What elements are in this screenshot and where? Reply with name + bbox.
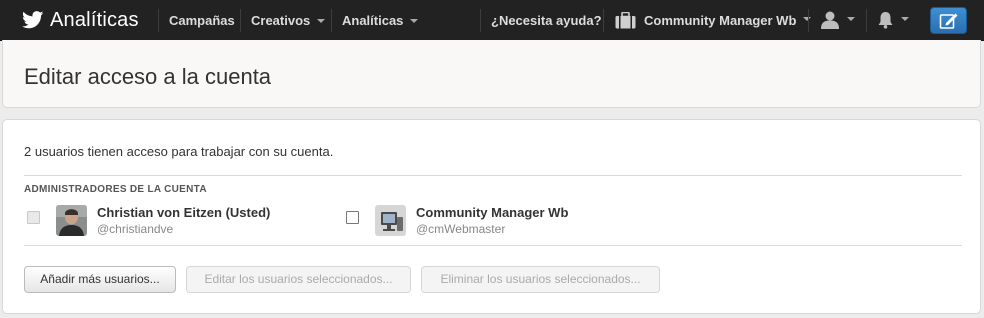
nav-item-label: Creativos bbox=[251, 13, 311, 28]
nav-divider bbox=[866, 9, 867, 32]
brand-name: Analíticas bbox=[50, 8, 139, 31]
twitter-bird-icon bbox=[22, 11, 44, 29]
divider bbox=[24, 175, 962, 176]
user-name: Community Manager Wb bbox=[416, 205, 569, 220]
nav-item-campanas[interactable]: Campañas bbox=[169, 0, 235, 40]
user-row: Christian von Eitzen (Usted) @christiand… bbox=[27, 205, 327, 239]
notifications-menu[interactable] bbox=[877, 0, 909, 40]
user-row: Community Manager Wb @cmWebmaster bbox=[346, 205, 646, 239]
edit-selected-users-button: Editar los usuarios seleccionados... bbox=[186, 266, 411, 293]
nav-item-label: Campañas bbox=[169, 13, 235, 28]
page-header-panel: Editar acceso a la cuenta bbox=[2, 40, 981, 108]
user-icon bbox=[821, 11, 839, 29]
user-checkbox[interactable] bbox=[346, 211, 359, 224]
user-handle: @christiandve bbox=[97, 222, 174, 236]
section-label-admins: ADMINISTRADORES DE LA CUENTA bbox=[24, 184, 207, 195]
account-selector[interactable]: Community Manager Wb bbox=[615, 0, 812, 40]
nav-divider bbox=[158, 9, 159, 32]
account-access-panel: 2 usuarios tienen acceso para trabajar c… bbox=[2, 119, 981, 314]
compose-button[interactable] bbox=[930, 7, 967, 34]
page-title: Editar acceso a la cuenta bbox=[24, 64, 272, 89]
chevron-down-icon bbox=[410, 18, 419, 23]
nav-item-creativos[interactable]: Creativos bbox=[251, 0, 326, 40]
remove-selected-users-button: Eliminar los usuarios seleccionados... bbox=[421, 266, 660, 293]
chevron-down-icon bbox=[847, 17, 855, 21]
briefcase-icon bbox=[615, 11, 636, 28]
nav-divider bbox=[331, 9, 332, 32]
nav-divider bbox=[240, 9, 241, 32]
user-handle: @cmWebmaster bbox=[416, 222, 506, 236]
user-checkbox bbox=[27, 211, 40, 224]
add-users-button[interactable]: Añadir más usuarios... bbox=[24, 266, 176, 293]
nav-item-analiticas[interactable]: Analíticas bbox=[342, 0, 419, 40]
nav-divider bbox=[480, 9, 481, 32]
user-menu[interactable] bbox=[820, 0, 855, 40]
account-name: Community Manager Wb bbox=[644, 12, 797, 28]
avatar bbox=[56, 205, 87, 236]
top-navigation-bar: Analíticas Campañas Creativos Analíticas… bbox=[0, 0, 984, 41]
help-link[interactable]: ¿Necesita ayuda? bbox=[491, 0, 602, 40]
access-summary: 2 usuarios tienen acceso para trabajar c… bbox=[24, 144, 334, 159]
user-name: Christian von Eitzen (Usted) bbox=[97, 205, 271, 220]
nav-divider bbox=[603, 9, 604, 32]
chevron-down-icon bbox=[901, 17, 909, 21]
avatar bbox=[375, 205, 406, 236]
brand-logo[interactable]: Analíticas bbox=[22, 8, 139, 32]
compose-icon bbox=[939, 13, 957, 29]
divider bbox=[24, 245, 962, 246]
bell-icon bbox=[878, 12, 893, 29]
nav-item-label: Analíticas bbox=[342, 13, 404, 28]
nav-divider bbox=[808, 9, 809, 32]
chevron-down-icon bbox=[317, 18, 326, 23]
